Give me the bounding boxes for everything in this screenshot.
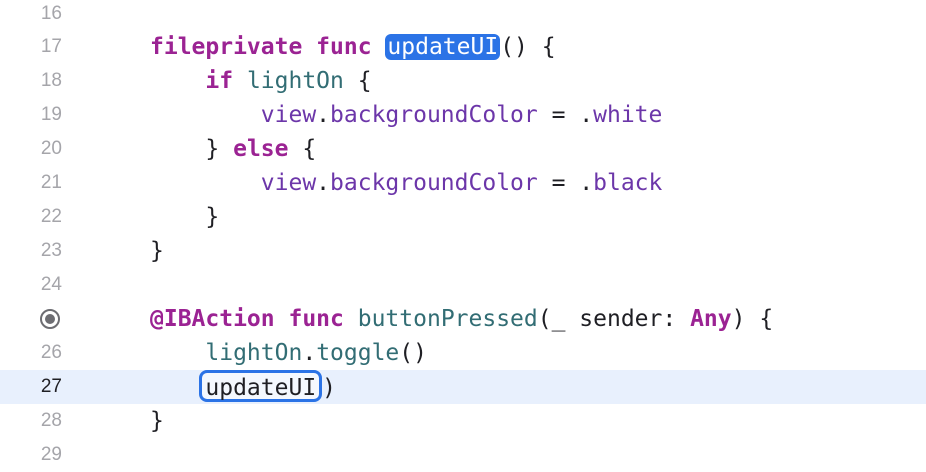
code-token: } bbox=[150, 136, 234, 162]
code-token: () { bbox=[500, 34, 556, 60]
code-token: backgroundColor bbox=[330, 102, 538, 128]
code-line[interactable]: 28} bbox=[0, 404, 926, 438]
line-number[interactable]: 26 bbox=[0, 336, 62, 370]
line-number[interactable]: 20 bbox=[0, 132, 62, 166]
code-token: (_ sender: bbox=[537, 306, 691, 332]
line-number[interactable]: 19 bbox=[0, 98, 62, 132]
line-number[interactable]: 28 bbox=[0, 404, 62, 438]
code-text[interactable]: fileprivate func updateUI() { bbox=[150, 30, 556, 64]
code-token: Any bbox=[690, 306, 732, 332]
code-line[interactable]: 23} bbox=[0, 234, 926, 268]
code-text[interactable]: } bbox=[150, 200, 219, 234]
code-token: fileprivate func bbox=[150, 34, 386, 60]
code-token: view bbox=[150, 102, 317, 128]
code-token: } bbox=[150, 204, 220, 230]
code-token: = . bbox=[537, 102, 594, 128]
code-line[interactable]: 17 fileprivate func updateUI() { bbox=[0, 30, 926, 64]
code-line[interactable]: @IBAction func buttonPressed(_ sender: A… bbox=[0, 302, 926, 336]
code-line[interactable]: 22 } bbox=[0, 200, 926, 234]
code-text[interactable]: lightOn.toggle() bbox=[150, 336, 427, 370]
code-token: . bbox=[316, 102, 331, 128]
breakpoint-icon[interactable] bbox=[40, 309, 60, 329]
code-token: backgroundColor bbox=[330, 170, 538, 196]
code-token: view bbox=[150, 170, 317, 196]
code-line[interactable]: 26 lightOn.toggle() bbox=[0, 336, 926, 370]
code-token: ) bbox=[322, 375, 337, 401]
line-number[interactable]: 18 bbox=[0, 64, 62, 98]
code-text[interactable]: updateUI) bbox=[150, 370, 336, 404]
code-line[interactable]: 24 bbox=[0, 268, 926, 302]
line-number[interactable]: 27 bbox=[0, 370, 62, 404]
code-token: toggle bbox=[316, 340, 400, 366]
code-token: } bbox=[150, 408, 164, 434]
code-line[interactable]: 20 } else { bbox=[0, 132, 926, 166]
code-line[interactable]: 19 view.backgroundColor = .white bbox=[0, 98, 926, 132]
line-number[interactable]: 21 bbox=[0, 166, 62, 200]
code-token: if bbox=[150, 68, 247, 94]
code-token: else bbox=[233, 136, 289, 162]
code-line[interactable]: 27 updateUI) bbox=[0, 370, 926, 404]
code-editor[interactable]: 16 17 fileprivate func updateUI() {18 if l… bbox=[0, 0, 926, 472]
code-token: black bbox=[593, 170, 663, 196]
line-number[interactable]: 16 bbox=[0, 0, 62, 31]
code-token: lightOn bbox=[246, 68, 344, 94]
code-text[interactable]: view.backgroundColor = .black bbox=[150, 166, 663, 200]
code-text[interactable]: } bbox=[150, 404, 164, 438]
code-line[interactable]: 29 bbox=[0, 438, 926, 472]
code-token: . bbox=[302, 340, 317, 366]
code-token: lightOn bbox=[150, 340, 303, 366]
code-line[interactable]: 18 if lightOn { bbox=[0, 64, 926, 98]
code-token: } bbox=[150, 238, 164, 264]
line-number[interactable]: 22 bbox=[0, 200, 62, 234]
code-token: () bbox=[399, 340, 427, 366]
code-text[interactable]: } bbox=[150, 234, 164, 268]
code-token: { bbox=[343, 68, 372, 94]
code-token: buttonPressed bbox=[357, 306, 538, 332]
code-text[interactable]: if lightOn { bbox=[150, 64, 372, 98]
code-line[interactable]: 21 view.backgroundColor = .black bbox=[0, 166, 926, 200]
code-token: @IBAction bbox=[150, 306, 275, 332]
symbol-match-highlight: updateUI bbox=[199, 370, 323, 402]
code-text[interactable]: view.backgroundColor = .white bbox=[150, 98, 663, 132]
code-line[interactable]: 16 bbox=[0, 0, 926, 31]
code-text[interactable]: @IBAction func buttonPressed(_ sender: A… bbox=[150, 302, 773, 336]
code-token: func bbox=[288, 306, 344, 332]
code-token: ) { bbox=[731, 306, 774, 332]
code-token: = . bbox=[537, 170, 594, 196]
code-token: { bbox=[288, 136, 317, 162]
code-token: white bbox=[593, 102, 663, 128]
code-token: . bbox=[316, 170, 331, 196]
code-text[interactable]: } else { bbox=[150, 132, 316, 166]
line-number[interactable]: 29 bbox=[0, 438, 62, 472]
line-number[interactable]: 24 bbox=[0, 268, 62, 302]
line-number[interactable]: 23 bbox=[0, 234, 62, 268]
line-number[interactable]: 17 bbox=[0, 30, 62, 64]
selected-symbol: updateUI bbox=[385, 34, 501, 60]
